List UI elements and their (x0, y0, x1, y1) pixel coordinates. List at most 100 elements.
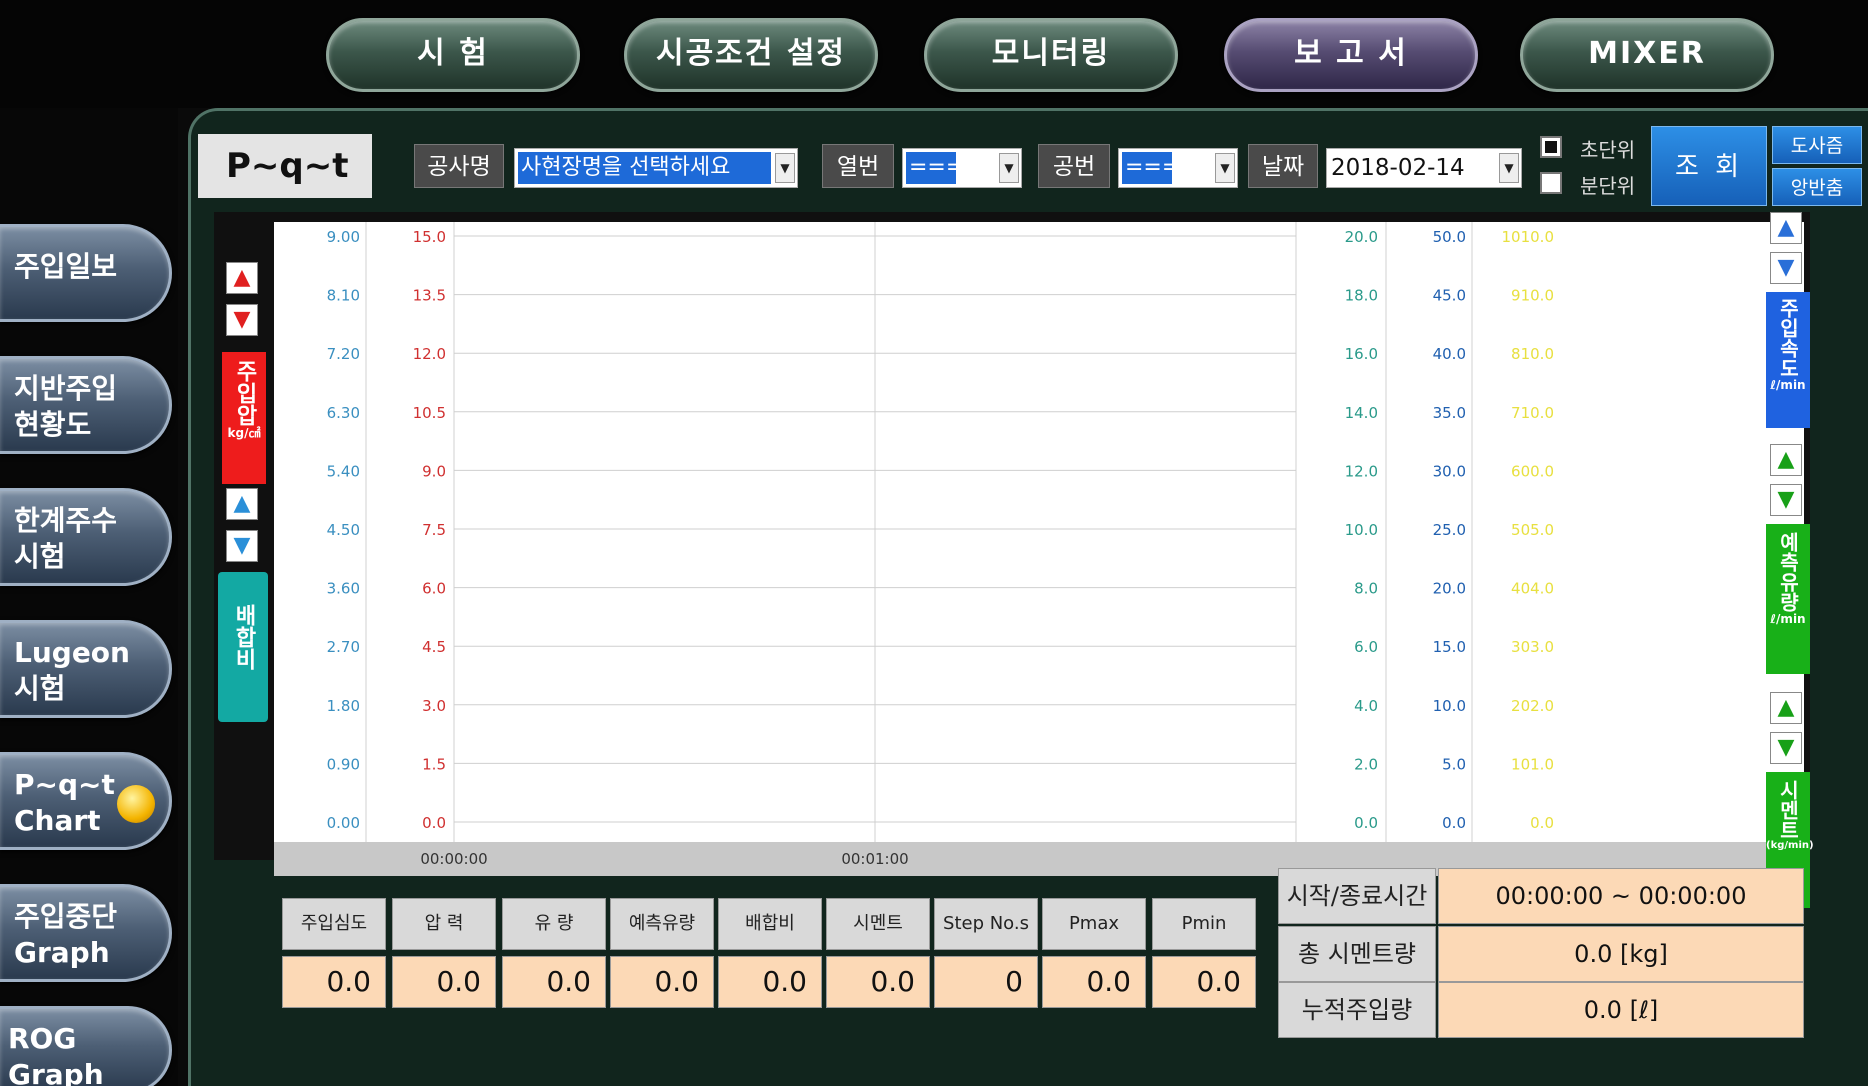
nav-test-button[interactable]: 시 험 (326, 18, 580, 92)
minute-unit-label: 분단위 (1580, 174, 1636, 198)
pred-flow-unit: ℓ/min (1770, 612, 1806, 626)
pred_flow-tick-label: 30.0 (1433, 462, 1466, 480)
second-unit-checkbox[interactable] (1540, 136, 1562, 158)
cement-up-arrow-icon[interactable]: ▲ (1770, 692, 1802, 724)
cement-tick-label: 303.0 (1511, 638, 1554, 656)
pressure-label: 주입압 (232, 360, 257, 426)
sidebar-item-label: 시험 (14, 672, 66, 705)
table-header: 주입심도 (282, 898, 386, 950)
table-header: 압 력 (392, 898, 496, 950)
sidebar-item-lugeon-test[interactable]: Lugeon 시험 (0, 620, 172, 718)
pred_flow-tick-label: 10.0 (1433, 697, 1466, 715)
sidebar-item-label: ROG (8, 1022, 77, 1055)
pred-flow-label: 예측유량 (1776, 532, 1800, 612)
flow-tick-label: 10.0 (1345, 521, 1378, 539)
pressure-down-arrow-icon[interactable]: ▼ (226, 304, 258, 336)
plot-area: 9.00 8.10 7.20 6.30 5.40 4.50 3.60 2.70 1.80 0.90… (274, 222, 1804, 842)
pqt-chart: 9.00 8.10 7.20 6.30 5.40 4.50 3.60 2.70 1.80 0.90… (327, 222, 1554, 842)
table-header: Step No.s (934, 898, 1038, 950)
pmax-value: 0.0 (1042, 956, 1146, 1008)
sidebar-item-ground-injection[interactable]: 지반주입 현황도 (0, 356, 172, 454)
sidebar-item-label: 현황도 (14, 408, 92, 441)
chevron-down-icon[interactable]: ▼ (999, 153, 1019, 183)
nav-mixer-button[interactable]: MIXER (1520, 18, 1774, 92)
flow-tick-label: 20.0 (1345, 228, 1378, 246)
sidebar-item-label: Graph (8, 1058, 104, 1086)
time-label: 시작/종료시간 (1278, 868, 1436, 924)
chevron-down-icon[interactable]: ▼ (1215, 153, 1235, 183)
nav-monitoring-button[interactable]: 모니터링 (924, 18, 1178, 92)
depth-tick-label: 4.50 (327, 521, 360, 539)
sidebar-item-limit-test[interactable]: 한계주수 시험 (0, 488, 172, 586)
pressure-tick-label: 7.5 (422, 521, 446, 539)
x-tick-label: 00:01:00 (841, 850, 908, 868)
chevron-down-icon[interactable]: ▼ (1499, 153, 1519, 183)
flow-tick-label: 6.0 (1354, 638, 1378, 656)
cement-tick-label: 710.0 (1511, 404, 1554, 422)
minute-unit-checkbox[interactable] (1540, 172, 1562, 194)
cement-tick-label: 0.0 (1530, 814, 1554, 832)
cement-tick-label: 404.0 (1511, 580, 1554, 598)
print-button[interactable]: 도사즘 (1772, 126, 1862, 164)
cement-tick-label: 810.0 (1511, 345, 1554, 363)
depth-tick-label: 5.40 (327, 462, 360, 480)
depth-tick-label: 2.70 (327, 638, 360, 656)
speed-label: 주입속도 (1776, 298, 1800, 378)
sidebar-item-rog-graph[interactable]: ROG Graph (0, 1006, 172, 1086)
sidebar-item-daily-report[interactable]: 주입일보 (0, 224, 172, 322)
hole-select[interactable]: === ▼ (1118, 148, 1238, 188)
sidebar-item-label: 주입중단 (14, 900, 118, 933)
default-button[interactable]: 앙반춤 (1772, 168, 1862, 206)
speed-up-arrow-icon[interactable]: ▲ (1770, 212, 1802, 244)
sidebar-item-label: 주입일보 (14, 250, 118, 283)
filter-bar: P~q~t 공사명 사현장명을 선택하세요 ▼ 열번 === ▼ 공번 === … (198, 126, 1868, 212)
pressure-tick-label: 9.0 (422, 462, 446, 480)
time-value: 00:00:00 ~ 00:00:00 (1438, 868, 1804, 924)
mix-ratio-value: 0.0 (718, 956, 822, 1008)
depth-tick-label: 0.00 (327, 814, 360, 832)
pred_flow-tick-label: 20.0 (1433, 580, 1466, 598)
date-label: 날짜 (1248, 144, 1318, 188)
project-select[interactable]: 사현장명을 선택하세요 ▼ (514, 148, 798, 188)
pressure-up-arrow-icon[interactable]: ▲ (226, 262, 258, 294)
query-button[interactable]: 조 회 (1651, 126, 1767, 206)
pressure-value: 0.0 (392, 956, 496, 1008)
sidebar-item-injection-stop-graph[interactable]: 주입중단 Graph (0, 884, 172, 982)
chevron-down-icon[interactable]: ▼ (775, 153, 795, 183)
mix-down-arrow-icon[interactable]: ▼ (226, 530, 258, 562)
nav-report-button[interactable]: 보 고 서 (1224, 18, 1478, 92)
cement-tick-label: 505.0 (1511, 521, 1554, 539)
sidebar-item-pqt-chart[interactable]: P~q~t Chart (0, 752, 172, 850)
x-tick-label: 00:00:00 (420, 850, 487, 868)
cement-down-arrow-icon[interactable]: ▼ (1770, 732, 1802, 764)
sidebar-item-label: 지반주입 (14, 372, 118, 405)
pred_flow-tick-label: 45.0 (1433, 287, 1466, 305)
depth-value: 0.0 (282, 956, 386, 1008)
speed-chip: 주입속도 ℓ/min (1766, 292, 1810, 428)
pressure-tick-label: 1.5 (422, 755, 446, 773)
pressure-tick-label: 0.0 (422, 814, 446, 832)
depth-tick-label: 9.00 (327, 228, 360, 246)
pred_flow-tick-label: 5.0 (1442, 755, 1466, 773)
page-title: P~q~t (198, 134, 372, 198)
sidebar-item-label: 시험 (14, 540, 66, 573)
mix-ratio-chip: 배합비 (218, 572, 268, 722)
hole-label: 공번 (1038, 144, 1110, 188)
date-picker[interactable]: 2018-02-14 ▼ (1326, 148, 1522, 188)
sidebar-item-label: Graph (14, 936, 110, 969)
row-select[interactable]: === ▼ (902, 148, 1022, 188)
pressure-chip: 주입압 kg/㎠ (222, 352, 266, 484)
pred-down-arrow-icon[interactable]: ▼ (1770, 484, 1802, 516)
hole-select-value: === (1122, 152, 1172, 184)
pred-up-arrow-icon[interactable]: ▲ (1770, 444, 1802, 476)
sidebar-item-label: Lugeon (14, 636, 130, 669)
speed-down-arrow-icon[interactable]: ▼ (1770, 252, 1802, 284)
flow-tick-label: 8.0 (1354, 580, 1378, 598)
nav-construction-settings-button[interactable]: 시공조건 설정 (624, 18, 878, 92)
cement-unit: (kg/min) (1766, 840, 1814, 851)
mix-up-arrow-icon[interactable]: ▲ (226, 488, 258, 520)
pressure-tick-label: 15.0 (413, 228, 446, 246)
flow-tick-label: 2.0 (1354, 755, 1378, 773)
cement-tick-label: 101.0 (1511, 755, 1554, 773)
table-header: 배합비 (718, 898, 822, 950)
